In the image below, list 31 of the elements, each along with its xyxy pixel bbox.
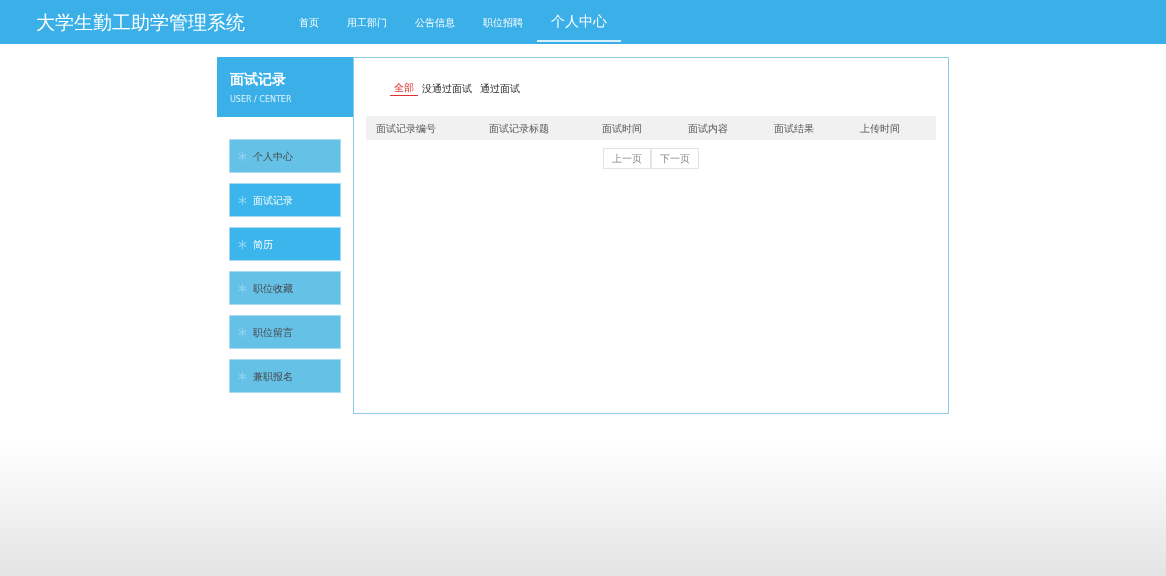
column-header: 面试结果 [774,121,815,136]
column-header: 面试记录编号 [376,121,437,136]
snowflake-icon [238,151,247,161]
column-header: 面试时间 [602,121,643,136]
snowflake-icon [238,195,247,205]
nav-tab[interactable]: 公告信息 [401,0,469,44]
snowflake-icon [238,239,247,249]
nav-tab[interactable]: 职位招聘 [469,0,537,44]
site-title: 大学生勤工助学管理系统 [36,9,245,35]
page-button[interactable]: 下一页 [651,148,699,169]
page-button[interactable]: 上一页 [603,148,651,169]
nav-tab[interactable]: 用工部门 [333,0,401,44]
snowflake-icon [238,283,247,293]
nav-tab[interactable]: 个人中心 [537,2,621,42]
sidebar-item[interactable]: 兼职报名 [229,359,341,393]
sidebar-item[interactable]: 职位收藏 [229,271,341,305]
sidebar-title: 面试记录 [230,70,287,89]
filter-tab[interactable]: 没通过面试 [418,80,476,96]
column-header: 上传时间 [860,121,901,136]
filter-tab[interactable]: 通过面试 [476,80,524,96]
snowflake-icon [238,371,247,381]
column-header: 面试内容 [688,121,729,136]
column-header: 面试记录标题 [489,121,550,136]
sidebar-item[interactable]: 简历 [229,227,341,261]
sidebar-item[interactable]: 个人中心 [229,139,341,173]
snowflake-icon [238,327,247,337]
sidebar-subtitle: USER / CENTER [230,94,293,106]
sidebar-item[interactable]: 面试记录 [229,183,341,217]
sidebar-item[interactable]: 职位留言 [229,315,341,349]
nav-tab[interactable]: 首页 [285,0,333,44]
filter-tab[interactable]: 全部 [390,80,418,96]
